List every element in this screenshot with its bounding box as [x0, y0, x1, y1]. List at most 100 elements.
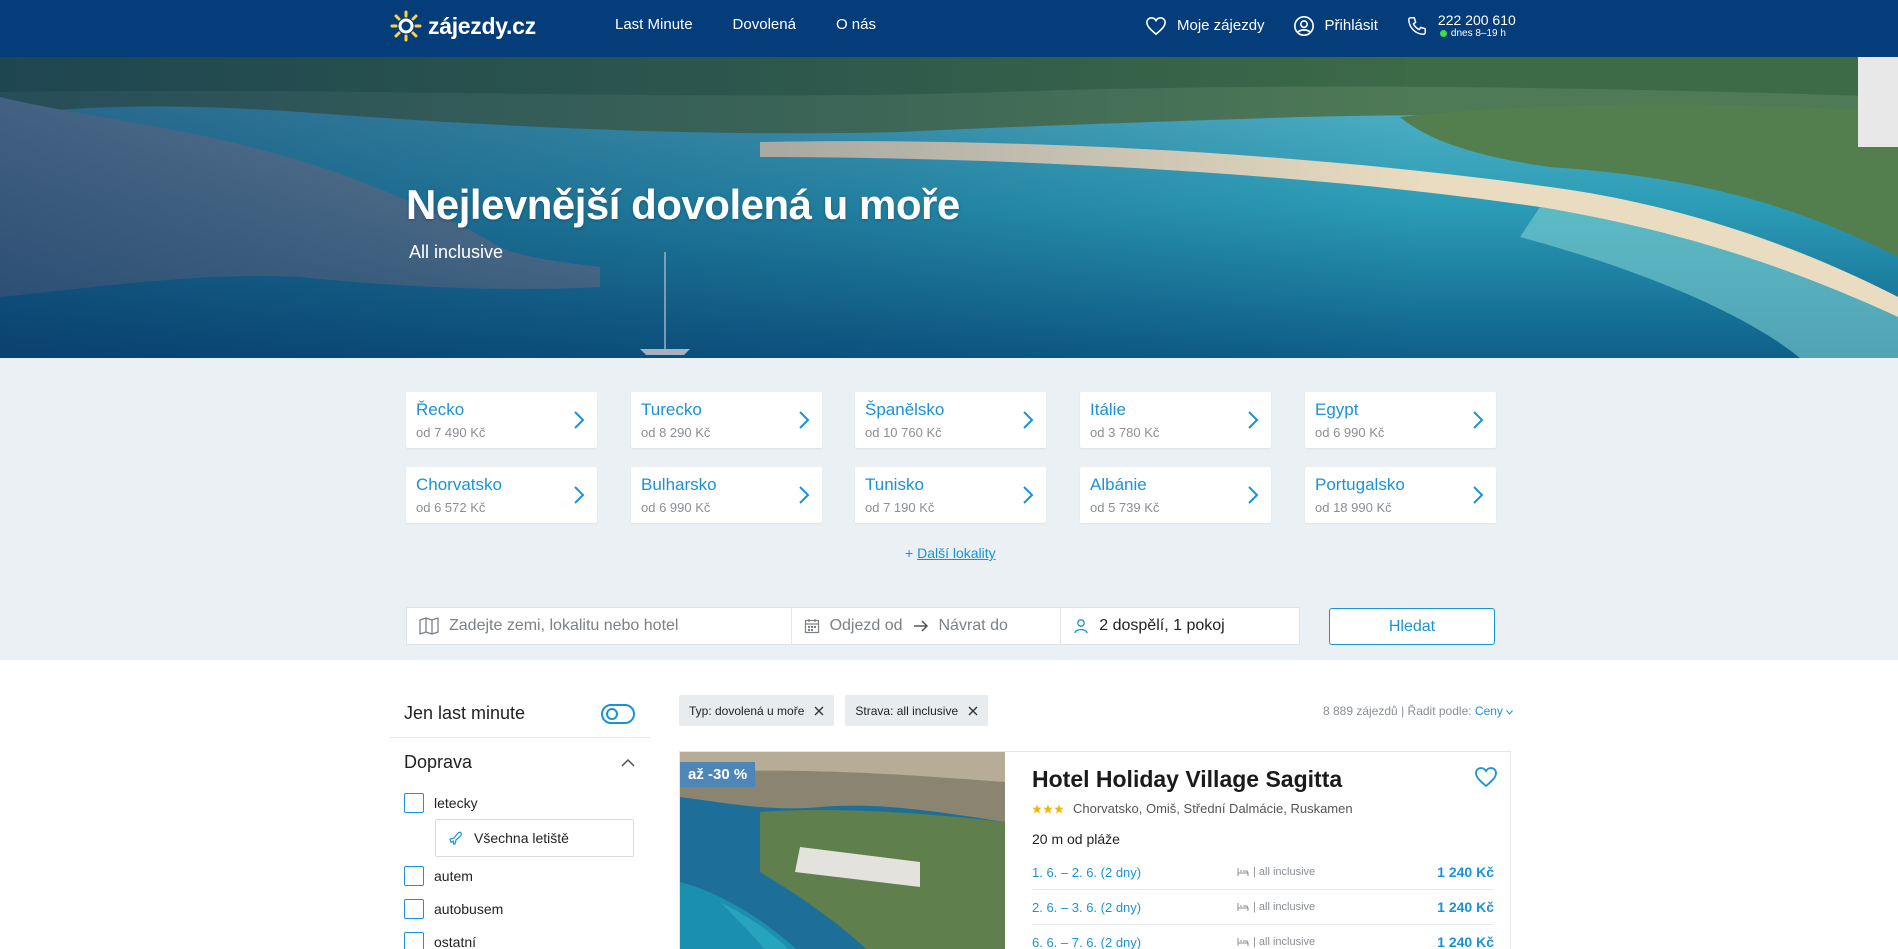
filter-chip-type[interactable]: Typ: dovolená u moře	[679, 695, 835, 726]
heart-icon[interactable]	[1474, 766, 1498, 788]
last-minute-filter: Jen last minute	[390, 690, 650, 738]
destination-card-turecko[interactable]: Turecko od 8 290 Kč	[631, 392, 822, 448]
destination-name: Portugalsko	[1315, 475, 1405, 494]
term-board: | all inclusive	[1237, 936, 1437, 948]
destination-card-italie[interactable]: Itálie od 3 780 Kč	[1080, 392, 1271, 448]
person-icon	[1074, 619, 1088, 634]
transport-filter-header[interactable]: Doprava	[390, 738, 650, 786]
destination-name: Turecko	[641, 400, 702, 419]
last-minute-toggle[interactable]	[601, 703, 635, 724]
chevron-up-icon	[621, 758, 635, 767]
my-trips-link[interactable]: Moje zájezdy	[1145, 16, 1265, 36]
phone-block: 222 200 610 dnes 8–19 h	[1438, 12, 1516, 40]
chevron-right-icon	[574, 411, 585, 429]
destination-price: od 5 739 Kč	[1090, 500, 1160, 515]
heart-icon	[1146, 16, 1166, 36]
destination-card-recko[interactable]: Řecko od 7 490 Kč	[406, 392, 597, 448]
last-minute-label: Jen last minute	[404, 703, 526, 723]
results-count: 8 889 zájezdů | Řadit podle: Ceny	[1323, 704, 1514, 718]
term-price: 1 240 Kč	[1437, 899, 1494, 915]
term-row[interactable]: 1. 6. – 2. 6. (2 dny) | all inclusive 1 …	[1032, 855, 1494, 890]
destination-card-albanie[interactable]: Albánie od 5 739 Kč	[1080, 467, 1271, 523]
term-row[interactable]: 2. 6. – 3. 6. (2 dny) | all inclusive 1 …	[1032, 890, 1494, 925]
hotel-location: Chorvatsko, Omiš, Střední Dalmácie, Rusk…	[1073, 801, 1353, 816]
term-row[interactable]: 6. 6. – 7. 6. (2 dny) | all inclusive 1 …	[1032, 925, 1494, 949]
destination-price: od 8 290 Kč	[641, 425, 711, 440]
user-icon	[1293, 15, 1314, 36]
nav-o-nas[interactable]: O nás	[836, 16, 876, 33]
sun-icon	[390, 10, 422, 42]
sort-label: Řadit podle:	[1407, 704, 1472, 718]
chevron-right-icon	[1023, 411, 1034, 429]
search-bar: Zadejte zemi, lokalitu nebo hotel Odjezd…	[406, 607, 1300, 645]
destination-card-chorvatsko[interactable]: Chorvatsko od 6 572 Kč	[406, 467, 597, 523]
bed-icon	[1237, 938, 1249, 946]
checkbox[interactable]	[404, 898, 424, 919]
term-date: 1. 6. – 2. 6. (2 dny)	[1032, 864, 1142, 880]
star-icon	[1054, 804, 1064, 814]
nav-dovolena[interactable]: Dovolená	[733, 16, 796, 33]
chevron-right-icon	[1248, 486, 1259, 504]
destination-name: Řecko	[416, 400, 465, 419]
logo[interactable]: zájezdy.cz	[390, 8, 536, 44]
hotel-photo[interactable]: až -30 %	[680, 752, 1005, 949]
term-board-text: | all inclusive	[1253, 936, 1316, 948]
date-to: Návrat do	[938, 617, 1008, 634]
destination-search-field[interactable]: Zadejte zemi, lokalitu nebo hotel	[407, 608, 792, 644]
term-date: 6. 6. – 7. 6. (2 dny)	[1032, 934, 1142, 949]
hotel-result-card[interactable]: až -30 % Hotel Holiday Village Sagitta C…	[679, 751, 1511, 949]
destination-card-portugalsko[interactable]: Portugalsko od 18 990 Kč	[1305, 467, 1496, 523]
term-board: | all inclusive	[1237, 901, 1437, 913]
close-icon[interactable]	[814, 706, 824, 716]
chevron-right-icon	[799, 486, 810, 504]
more-locations-prefix: +	[905, 545, 918, 561]
destination-card-egypt[interactable]: Egypt od 6 990 Kč	[1305, 392, 1496, 448]
star-icon	[1043, 804, 1053, 814]
phone-contact[interactable]: 222 200 610 dnes 8–19 h	[1406, 12, 1516, 40]
hotel-beach-distance: 20 m od pláže	[1032, 831, 1120, 847]
chevron-down-icon	[1506, 710, 1514, 715]
transport-option-label: autem	[434, 867, 473, 884]
term-price: 1 240 Kč	[1437, 864, 1494, 880]
transport-option-autem[interactable]: autem	[390, 859, 650, 892]
destination-name: Bulharsko	[641, 475, 717, 494]
filter-chip-board[interactable]: Strava: all inclusive	[845, 695, 989, 726]
destination-name: Itálie	[1090, 400, 1126, 419]
destination-price: od 18 990 Kč	[1315, 500, 1392, 515]
transport-option-ostatni[interactable]: ostatní	[390, 925, 650, 949]
checkbox[interactable]	[404, 931, 424, 949]
transport-option-letecky[interactable]: letecky	[390, 786, 650, 819]
active-filter-chips: Typ: dovolená u moře Strava: all inclusi…	[679, 695, 989, 726]
destination-card-tunisko[interactable]: Tunisko od 7 190 Kč	[855, 467, 1046, 523]
hero-title: Nejlevnější dovolená u moře	[406, 181, 960, 228]
transport-option-autobusem[interactable]: autobusem	[390, 892, 650, 925]
destination-card-bulharsko[interactable]: Bulharsko od 6 990 Kč	[631, 467, 822, 523]
phone-hours: dnes 8–19 h	[1438, 28, 1516, 40]
phone-icon	[1407, 16, 1426, 35]
nav-last-minute[interactable]: Last Minute	[615, 16, 693, 33]
sort-select[interactable]: Ceny	[1475, 704, 1514, 718]
airport-select[interactable]: Všechna letiště	[435, 819, 634, 857]
login-link[interactable]: Přihlásit	[1293, 15, 1378, 37]
close-icon[interactable]	[968, 706, 978, 716]
persons-field[interactable]: 2 dospělí, 1 pokoj	[1061, 608, 1299, 644]
destination-name: Albánie	[1090, 475, 1147, 494]
hotel-terms-list: 1. 6. – 2. 6. (2 dny) | all inclusive 1 …	[1032, 855, 1494, 949]
checkbox[interactable]	[404, 792, 424, 813]
term-board-text: | all inclusive	[1253, 901, 1316, 913]
hero-banner: Nejlevnější dovolená u moře All inclusiv…	[0, 57, 1898, 358]
chevron-right-icon	[1023, 486, 1034, 504]
more-locations-link[interactable]: + Další lokality	[905, 545, 996, 561]
search-button[interactable]: Hledat	[1329, 608, 1495, 645]
destination-price: od 3 780 Kč	[1090, 425, 1160, 440]
destination-search-placeholder: Zadejte zemi, lokalitu nebo hotel	[449, 617, 679, 634]
hotel-name[interactable]: Hotel Holiday Village Sagitta	[1032, 766, 1342, 793]
results-count-text: 8 889 zájezdů	[1323, 704, 1398, 718]
chevron-right-icon	[1473, 486, 1484, 504]
checkbox[interactable]	[404, 865, 424, 886]
arrow-right-icon	[913, 620, 928, 632]
date-range-field[interactable]: Odjezd od Návrat do	[792, 608, 1062, 644]
more-locations-label: Další lokality	[917, 545, 996, 561]
destination-card-spanelsko[interactable]: Španělsko od 10 760 Kč	[855, 392, 1046, 448]
transport-option-label: autobusem	[434, 900, 504, 917]
